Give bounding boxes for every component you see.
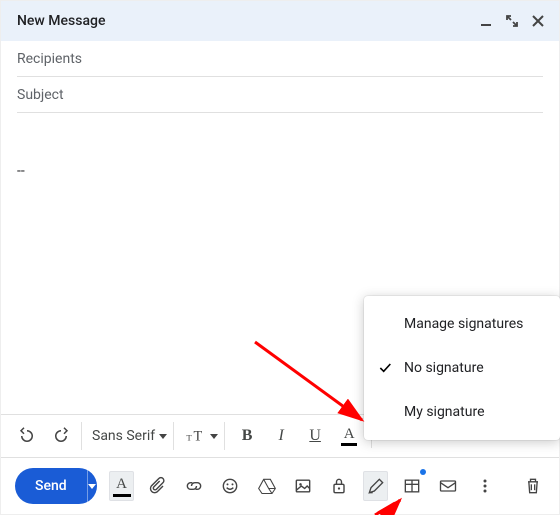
paperclip-icon bbox=[148, 476, 168, 496]
send-button[interactable]: Send bbox=[15, 468, 87, 504]
more-options-button[interactable] bbox=[472, 471, 496, 501]
my-signature-item[interactable]: My signature bbox=[364, 390, 560, 434]
svg-text:T: T bbox=[186, 432, 192, 442]
attach-file-button[interactable] bbox=[146, 471, 170, 501]
italic-button[interactable]: I bbox=[265, 420, 297, 452]
window-controls bbox=[479, 14, 545, 28]
insert-link-button[interactable] bbox=[182, 471, 206, 501]
lock-clock-icon bbox=[329, 476, 349, 496]
more-vert-icon bbox=[475, 476, 495, 496]
close-icon[interactable] bbox=[531, 14, 545, 28]
minimize-icon[interactable] bbox=[479, 14, 493, 28]
insert-table-button[interactable] bbox=[400, 471, 424, 501]
undo-button[interactable] bbox=[11, 420, 43, 452]
bold-button[interactable]: B bbox=[231, 420, 263, 452]
expand-icon[interactable] bbox=[505, 14, 519, 28]
chevron-down-icon bbox=[88, 484, 96, 489]
no-signature-item[interactable]: No signature bbox=[364, 346, 560, 390]
insert-image-button[interactable] bbox=[291, 471, 315, 501]
recipients-placeholder: Recipients bbox=[17, 51, 82, 67]
underline-button[interactable]: U bbox=[299, 420, 331, 452]
chevron-down-icon bbox=[210, 434, 218, 439]
check-icon bbox=[376, 360, 394, 376]
signature-menu: Manage signatures No signature My signat… bbox=[364, 296, 560, 440]
pen-icon bbox=[366, 476, 386, 496]
image-icon bbox=[293, 476, 313, 496]
my-signature-label: My signature bbox=[404, 404, 485, 420]
confidential-mode-button[interactable] bbox=[327, 471, 351, 501]
table-icon bbox=[402, 476, 422, 496]
chevron-down-icon bbox=[159, 434, 167, 439]
send-options-button[interactable] bbox=[87, 468, 98, 504]
svg-text:T: T bbox=[194, 428, 203, 444]
formatting-options-button[interactable]: A bbox=[109, 471, 134, 501]
send-button-group: Send bbox=[15, 468, 97, 504]
no-signature-label: No signature bbox=[404, 360, 484, 376]
new-badge-dot bbox=[420, 469, 426, 475]
manage-signatures-item[interactable]: Manage signatures bbox=[364, 302, 560, 346]
font-family-label: Sans Serif bbox=[92, 428, 155, 444]
font-size-icon: T T bbox=[186, 428, 208, 444]
trash-icon bbox=[523, 476, 543, 496]
discard-draft-button[interactable] bbox=[521, 471, 545, 501]
redo-button[interactable] bbox=[45, 420, 77, 452]
subject-field[interactable]: Subject bbox=[17, 77, 543, 113]
select-template-button[interactable] bbox=[436, 471, 460, 501]
compose-header: New Message bbox=[1, 1, 559, 41]
manage-signatures-label: Manage signatures bbox=[404, 316, 523, 332]
signature-separator: -- bbox=[17, 163, 543, 179]
font-size-select[interactable]: T T bbox=[178, 422, 225, 450]
recipients-field[interactable]: Recipients bbox=[17, 41, 543, 77]
compose-title: New Message bbox=[17, 13, 105, 29]
drive-icon bbox=[257, 476, 277, 496]
link-icon bbox=[184, 476, 204, 496]
insert-drive-button[interactable] bbox=[255, 471, 279, 501]
emoji-icon bbox=[220, 476, 240, 496]
insert-signature-button[interactable] bbox=[363, 471, 388, 501]
action-bar: Send A bbox=[1, 458, 559, 514]
font-family-select[interactable]: Sans Serif bbox=[81, 422, 174, 450]
subject-placeholder: Subject bbox=[17, 87, 64, 103]
envelope-icon bbox=[438, 476, 458, 496]
text-color-button[interactable]: A bbox=[333, 420, 365, 452]
insert-emoji-button[interactable] bbox=[218, 471, 242, 501]
